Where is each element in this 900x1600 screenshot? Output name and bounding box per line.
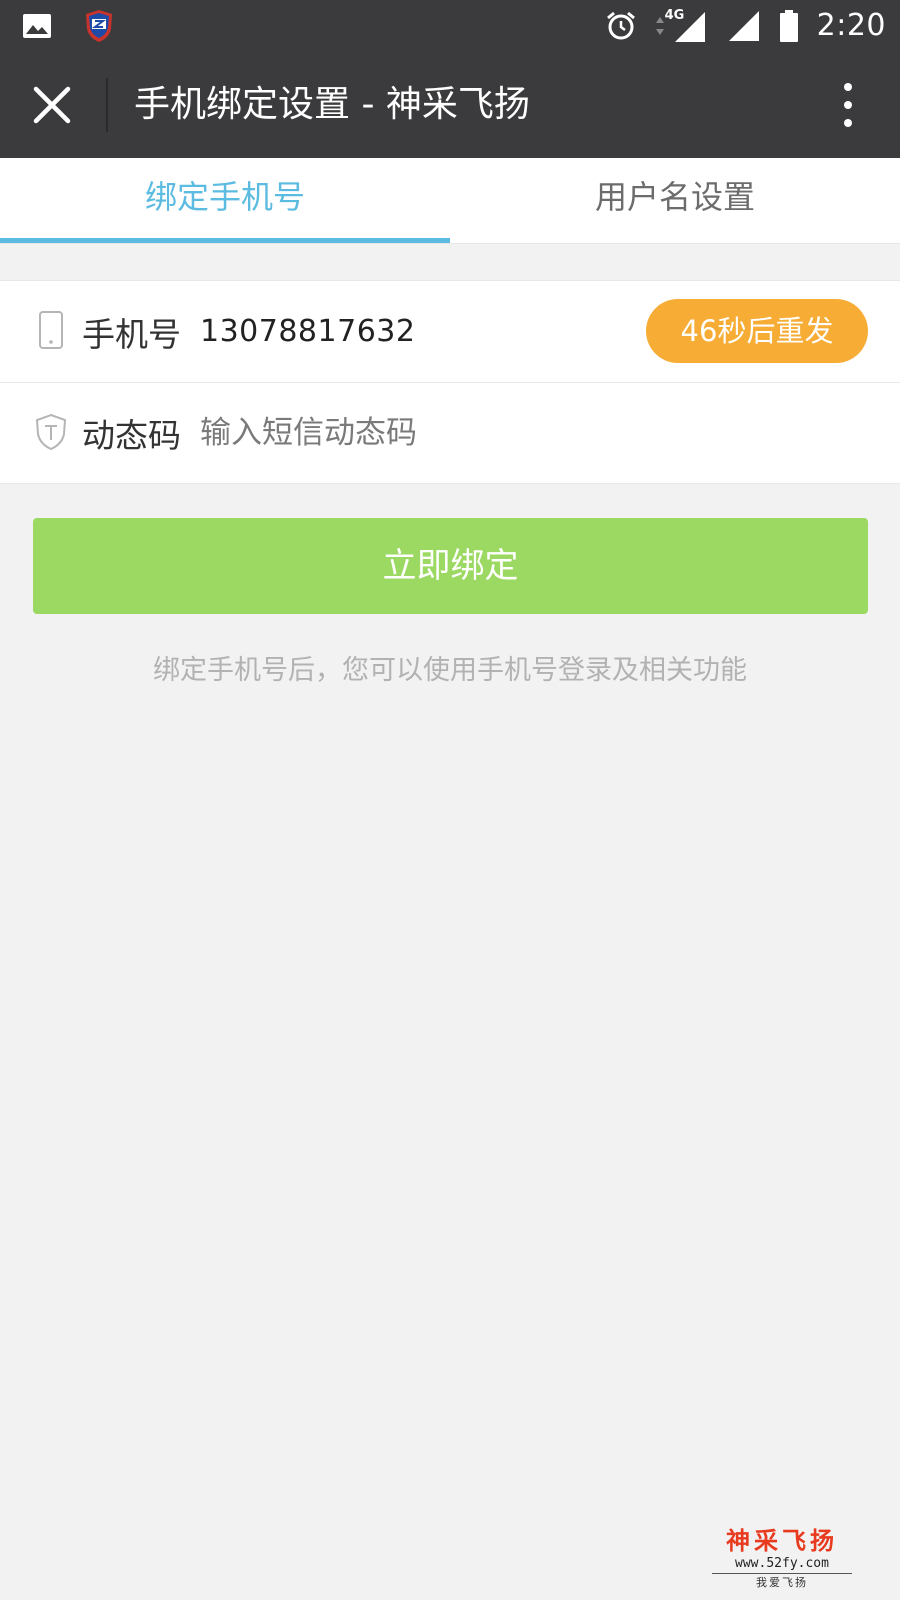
- site-watermark: 神采飞扬 www.52fy.com 我爱飞扬: [712, 1527, 852, 1592]
- status-bar: 4G 2:20: [0, 0, 900, 52]
- bind-now-button[interactable]: 立即绑定: [33, 518, 868, 614]
- watermark-slogan: 我爱飞扬: [756, 1576, 808, 1589]
- shield-t-icon: [34, 411, 68, 453]
- shield-app-icon: [84, 9, 114, 43]
- navbar: 手机绑定设置 - 神采飞扬: [0, 52, 900, 158]
- image-notification-icon: [22, 13, 52, 39]
- resend-code-button[interactable]: 46秒后重发: [646, 299, 868, 363]
- signal-4g-icon: 4G: [655, 8, 709, 44]
- nav-divider: [106, 78, 108, 132]
- status-left-icons: [22, 10, 114, 42]
- tab-label: 用户名设置: [594, 178, 755, 216]
- phone-number-value: 13078817632: [200, 314, 416, 349]
- phone-icon: [34, 309, 68, 351]
- tab-bar: 绑定手机号 用户名设置: [0, 158, 900, 244]
- signal-icon: [727, 9, 761, 43]
- sms-code-input[interactable]: [200, 407, 840, 459]
- phone-row: 手机号 13078817632 46秒后重发: [0, 281, 900, 382]
- more-button[interactable]: [836, 78, 860, 132]
- close-icon: [33, 86, 71, 124]
- tab-label: 绑定手机号: [144, 178, 305, 216]
- status-time: 2:20: [816, 8, 886, 43]
- code-row: 动态码: [0, 382, 900, 483]
- status-right-icons: 4G 2:20: [605, 8, 886, 44]
- data-arrows-icon: [655, 17, 664, 35]
- more-vertical-icon: [844, 83, 852, 91]
- tab-username-settings[interactable]: 用户名设置: [450, 158, 900, 243]
- close-button[interactable]: [26, 79, 78, 131]
- watermark-title: 神采飞扬: [726, 1526, 838, 1555]
- code-label: 动态码: [82, 416, 181, 455]
- tab-bind-phone[interactable]: 绑定手机号: [0, 158, 450, 243]
- phone-label: 手机号: [82, 314, 181, 354]
- alarm-icon: [605, 10, 637, 42]
- tab-active-indicator: [0, 238, 450, 243]
- page-title: 手机绑定设置 - 神采飞扬: [134, 84, 530, 125]
- battery-icon: [779, 9, 799, 43]
- bind-form: 手机号 13078817632 46秒后重发 动态码: [0, 280, 900, 484]
- hint-text: 绑定手机号后，您可以使用手机号登录及相关功能: [153, 655, 747, 686]
- watermark-url: www.52fy.com: [712, 1555, 852, 1574]
